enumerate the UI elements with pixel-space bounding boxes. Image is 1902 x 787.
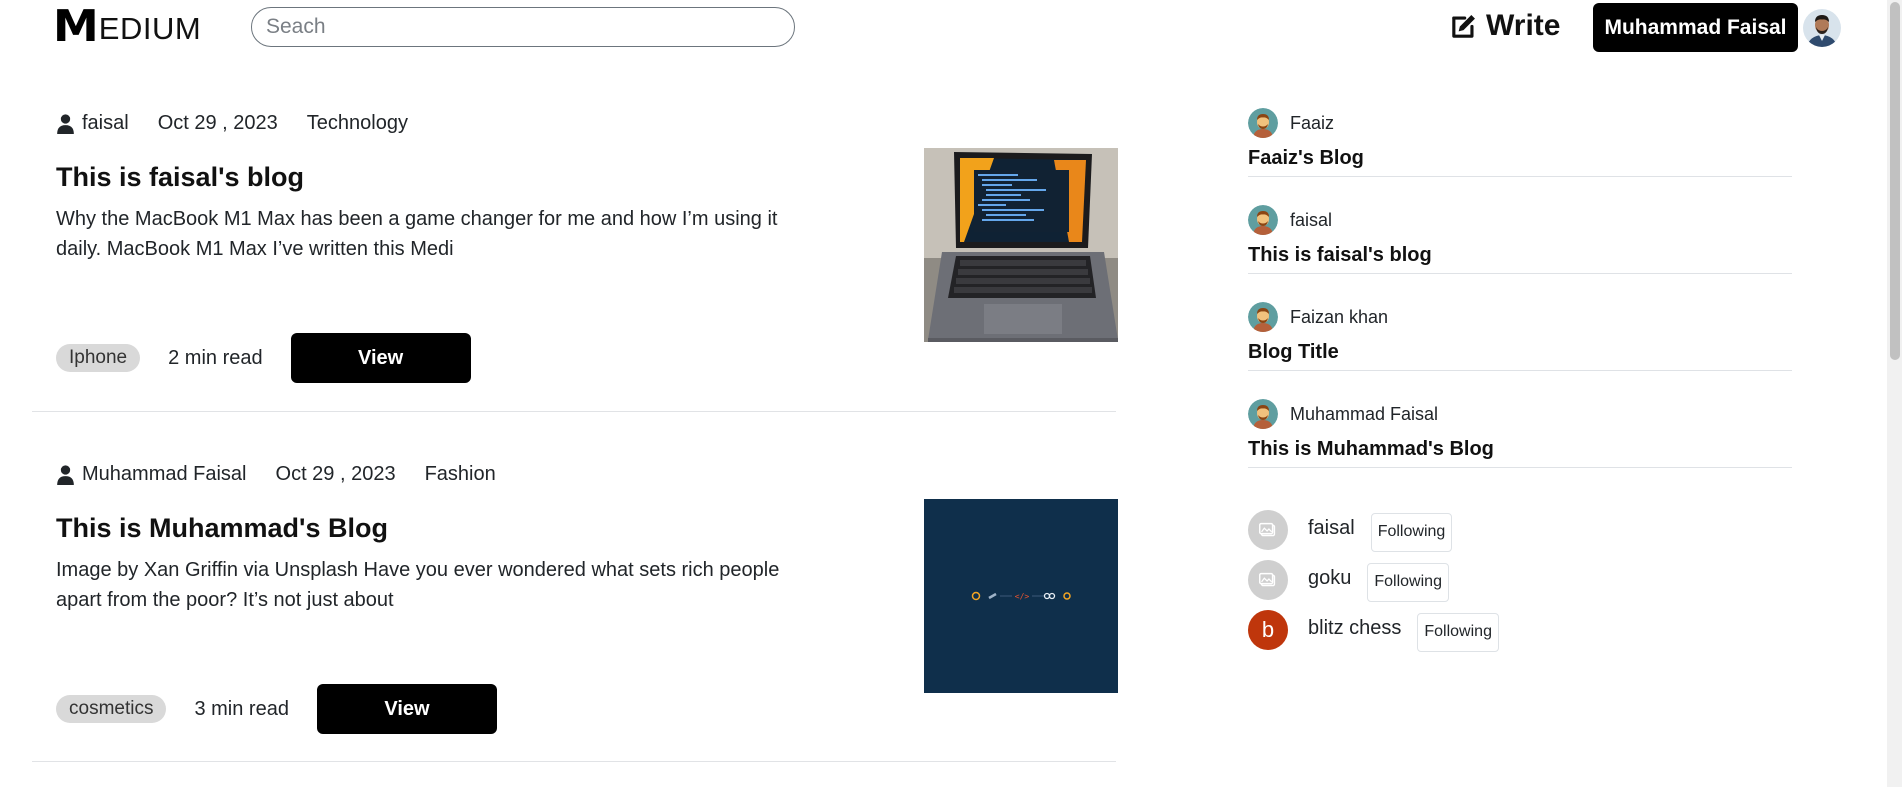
- post-thumbnail[interactable]: </>: [924, 499, 1118, 693]
- author-avatar-icon: [1248, 302, 1278, 332]
- following-name[interactable]: blitz chess: [1308, 617, 1401, 640]
- following-button[interactable]: Following: [1417, 612, 1499, 652]
- following-item: goku Following: [1248, 555, 1499, 605]
- view-button[interactable]: View: [316, 684, 497, 734]
- post-category: Technology: [306, 112, 408, 134]
- recent-author-name: Faizan khan: [1290, 306, 1389, 327]
- user-icon: [57, 464, 74, 485]
- author-avatar-icon: [1248, 399, 1278, 429]
- post-author[interactable]: Muhammad Faisal: [82, 463, 247, 486]
- following-button[interactable]: Following: [1370, 512, 1453, 552]
- following-list: faisal Following goku Following b blitz …: [1248, 505, 1499, 655]
- search-input[interactable]: [251, 7, 795, 47]
- post-card: Muhammad Faisal Oct 29 , 2023 Fashion Th…: [32, 463, 1118, 762]
- svg-text:</>: </>: [1015, 592, 1030, 601]
- recent-post-author: Muhammad Faisal: [1248, 399, 1438, 429]
- recent-post-author: Faizan khan: [1248, 302, 1388, 332]
- recent-author-name: Muhammad Faisal: [1290, 403, 1439, 424]
- recent-post-title[interactable]: This is faisal's blog: [1248, 244, 1792, 274]
- following-name[interactable]: goku: [1308, 567, 1351, 590]
- recent-post-title[interactable]: Faaiz's Blog: [1248, 147, 1792, 177]
- post-meta: faisal Oct 29 , 2023 Technology: [56, 112, 437, 135]
- recent-post-author: faisal: [1248, 205, 1332, 235]
- recent-post-author: Faaiz: [1248, 108, 1334, 138]
- post-footer: Iphone 2 min read View: [56, 333, 471, 383]
- recent-post-title[interactable]: This is Muhammad's Blog: [1248, 438, 1792, 468]
- medium-logo[interactable]: M EDIUM: [52, 1, 202, 52]
- post-tag[interactable]: Iphone: [56, 344, 141, 372]
- user-icon: [57, 113, 74, 134]
- scrollbar-thumb[interactable]: [1890, 2, 1900, 360]
- post-card: faisal Oct 29 , 2023 Technology This is …: [32, 112, 1118, 412]
- recent-post-item[interactable]: Faaiz Faaiz's Blog: [1248, 105, 1792, 202]
- following-item: faisal Following: [1248, 505, 1499, 555]
- post-tag[interactable]: cosmetics: [56, 695, 167, 723]
- recent-post-title[interactable]: Blog Title: [1248, 341, 1792, 371]
- read-time: 2 min read: [168, 346, 263, 369]
- recent-author-name: Faaiz: [1290, 112, 1335, 133]
- image-placeholder-icon: [1248, 560, 1288, 600]
- post-title[interactable]: This is faisal's blog: [56, 162, 304, 193]
- logo-text: EDIUM: [98, 11, 202, 46]
- recent-post-item[interactable]: faisal This is faisal's blog: [1248, 202, 1792, 299]
- post-meta: Muhammad Faisal Oct 29 , 2023 Fashion: [56, 463, 525, 486]
- following-name[interactable]: faisal: [1308, 517, 1355, 540]
- author-avatar-icon: [1248, 108, 1278, 138]
- post-thumbnail[interactable]: [924, 148, 1118, 342]
- post-excerpt: Why the MacBook M1 Max has been a game c…: [56, 208, 778, 260]
- following-item: b blitz chess Following: [1248, 605, 1499, 655]
- post-title[interactable]: This is Muhammad's Blog: [56, 513, 388, 544]
- edit-icon: [1452, 14, 1475, 38]
- following-button[interactable]: Following: [1367, 562, 1449, 602]
- letter-avatar: b: [1248, 610, 1288, 650]
- write-button[interactable]: Write: [1449, 9, 1560, 43]
- write-label: Write: [1486, 9, 1561, 42]
- author-avatar-icon: [1248, 205, 1278, 235]
- recent-post-item[interactable]: Muhammad Faisal This is Muhammad's Blog: [1248, 396, 1792, 493]
- image-placeholder-icon: [1248, 510, 1288, 550]
- view-button[interactable]: View: [290, 333, 471, 383]
- recent-posts-list: Faaiz Faaiz's Blog faisal This is faisal…: [1248, 105, 1792, 493]
- logo-mark: M: [52, 1, 99, 52]
- post-date: Oct 29 , 2023: [275, 463, 396, 485]
- recent-author-name: faisal: [1290, 209, 1333, 230]
- recent-post-item[interactable]: Faizan khan Blog Title: [1248, 299, 1792, 396]
- post-excerpt: Image by Xan Griffin via Unsplash Have y…: [56, 559, 780, 611]
- read-time: 3 min read: [194, 697, 289, 720]
- user-menu-button[interactable]: Muhammad Faisal: [1593, 3, 1798, 52]
- post-footer: cosmetics 3 min read View: [56, 684, 497, 734]
- post-author[interactable]: faisal: [82, 112, 129, 135]
- post-category: Fashion: [424, 463, 496, 485]
- post-date: Oct 29 , 2023: [157, 112, 278, 134]
- profile-avatar[interactable]: [1803, 9, 1841, 47]
